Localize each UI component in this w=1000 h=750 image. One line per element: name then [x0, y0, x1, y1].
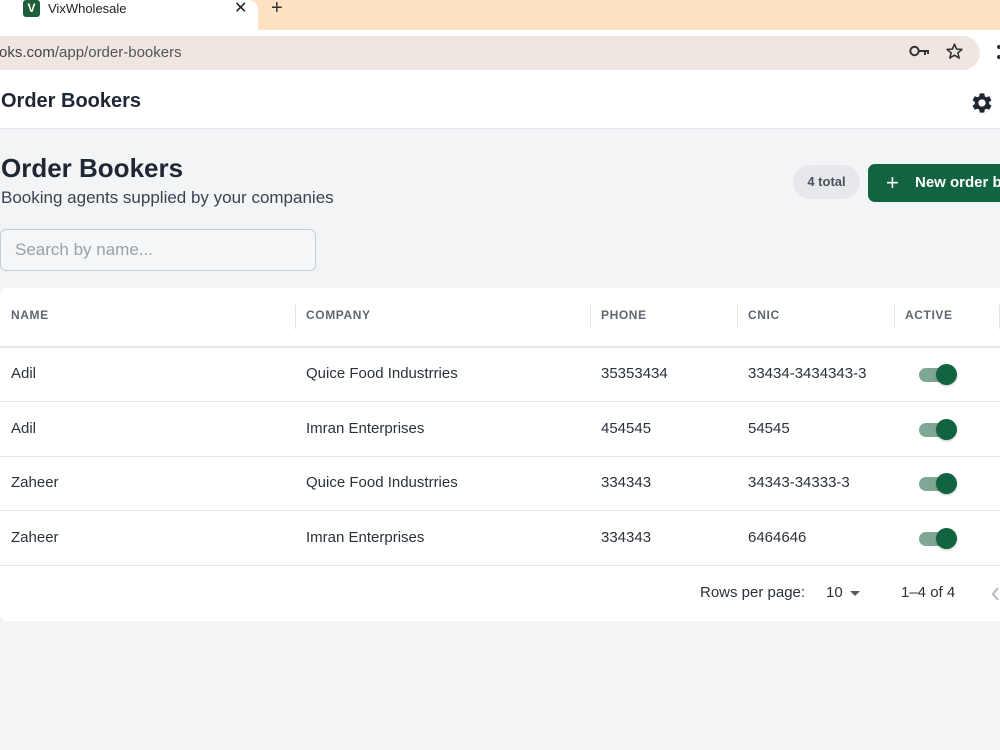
- cell-cnic: 33434-3434343-3: [748, 365, 867, 382]
- page-subtitle: Booking agents supplied by your companie…: [1, 188, 334, 207]
- rows-per-page-select[interactable]: 10: [826, 584, 866, 604]
- toggle-thumb: [936, 528, 957, 549]
- cell-company: Imran Enterprises: [306, 420, 425, 437]
- address-bar[interactable]: oks.com/app/order-bookers: [0, 36, 980, 70]
- cell-name: Adil: [11, 420, 37, 437]
- cell-phone: 454545: [601, 420, 652, 437]
- browser-tabbar: V VixWholesale ✕ +: [0, 0, 1000, 30]
- star-icon[interactable]: [945, 42, 964, 61]
- new-tab-button[interactable]: +: [271, 0, 283, 20]
- cell-cnic: 6464646: [748, 529, 807, 546]
- cell-company: Imran Enterprises: [306, 529, 425, 546]
- plus-icon: +: [886, 170, 899, 195]
- tab-close-icon[interactable]: ✕: [234, 0, 247, 18]
- cell-phone: 334343: [601, 474, 652, 491]
- header-title: Order Bookers: [1, 90, 142, 112]
- table-row[interactable]: Adil Imran Enterprises 454545 54545: [0, 402, 1000, 457]
- app-header: Order Bookers: [0, 78, 1000, 129]
- table-row[interactable]: Adil Quice Food Industrries 35353434 334…: [0, 347, 1000, 402]
- active-toggle[interactable]: [918, 419, 958, 440]
- active-toggle[interactable]: [918, 528, 958, 549]
- browser-tab[interactable]: V VixWholesale ✕: [0, 0, 258, 30]
- column-header-active[interactable]: ACTIVE: [894, 288, 1000, 347]
- active-toggle[interactable]: [918, 364, 958, 385]
- cell-name: Adil: [11, 365, 37, 382]
- pagination-range: 1–4 of 4: [901, 584, 956, 601]
- column-header-name[interactable]: NAME: [0, 288, 295, 347]
- tab-title: VixWholesale: [48, 1, 127, 16]
- toggle-thumb: [936, 419, 957, 440]
- new-order-booker-button[interactable]: + New order b: [868, 164, 1000, 202]
- tab-favicon-icon: V: [23, 0, 40, 17]
- cell-phone: 334343: [601, 529, 652, 546]
- rows-per-page-label: Rows per page:: [700, 584, 806, 601]
- url-text: oks.com/app/order-bookers: [0, 44, 182, 61]
- key-icon[interactable]: [909, 44, 931, 58]
- chevron-left-icon[interactable]: [990, 586, 1000, 602]
- browser-menu-icon[interactable]: [995, 44, 1000, 60]
- toggle-thumb: [936, 473, 957, 494]
- gear-icon[interactable]: [970, 91, 994, 115]
- cell-phone: 35353434: [601, 365, 668, 382]
- toggle-thumb: [936, 364, 957, 385]
- caret-down-icon: [850, 591, 860, 596]
- column-header-company[interactable]: COMPANY: [295, 288, 590, 347]
- column-header-phone[interactable]: PHONE: [590, 288, 737, 347]
- page-title: Order Bookers: [1, 153, 184, 183]
- url-path: /app/order-bookers: [54, 44, 182, 61]
- table-row[interactable]: Zaheer Quice Food Industrries 334343 343…: [0, 456, 1000, 511]
- cell-company: Quice Food Industrries: [306, 474, 458, 491]
- browser-toolbar: oks.com/app/order-bookers: [0, 30, 1000, 78]
- cell-cnic: 54545: [748, 420, 790, 437]
- count-badge: 4 total: [793, 165, 860, 199]
- table-row[interactable]: Zaheer Imran Enterprises 334343 6464646: [0, 511, 1000, 566]
- order-bookers-table: NAME COMPANY PHONE CNIC ACTIVE Adil Quic…: [0, 288, 1000, 621]
- url-host: oks.com: [0, 44, 55, 61]
- cell-name: Zaheer: [11, 529, 59, 546]
- cell-cnic: 34343-34333-3: [748, 474, 850, 491]
- search-input[interactable]: [0, 229, 316, 271]
- active-toggle[interactable]: [918, 473, 958, 494]
- new-order-booker-label: New order b: [915, 174, 1000, 191]
- cell-name: Zaheer: [11, 474, 59, 491]
- cell-company: Quice Food Industrries: [306, 365, 458, 382]
- column-header-cnic[interactable]: CNIC: [737, 288, 894, 347]
- rows-per-page-value: 10: [826, 584, 843, 601]
